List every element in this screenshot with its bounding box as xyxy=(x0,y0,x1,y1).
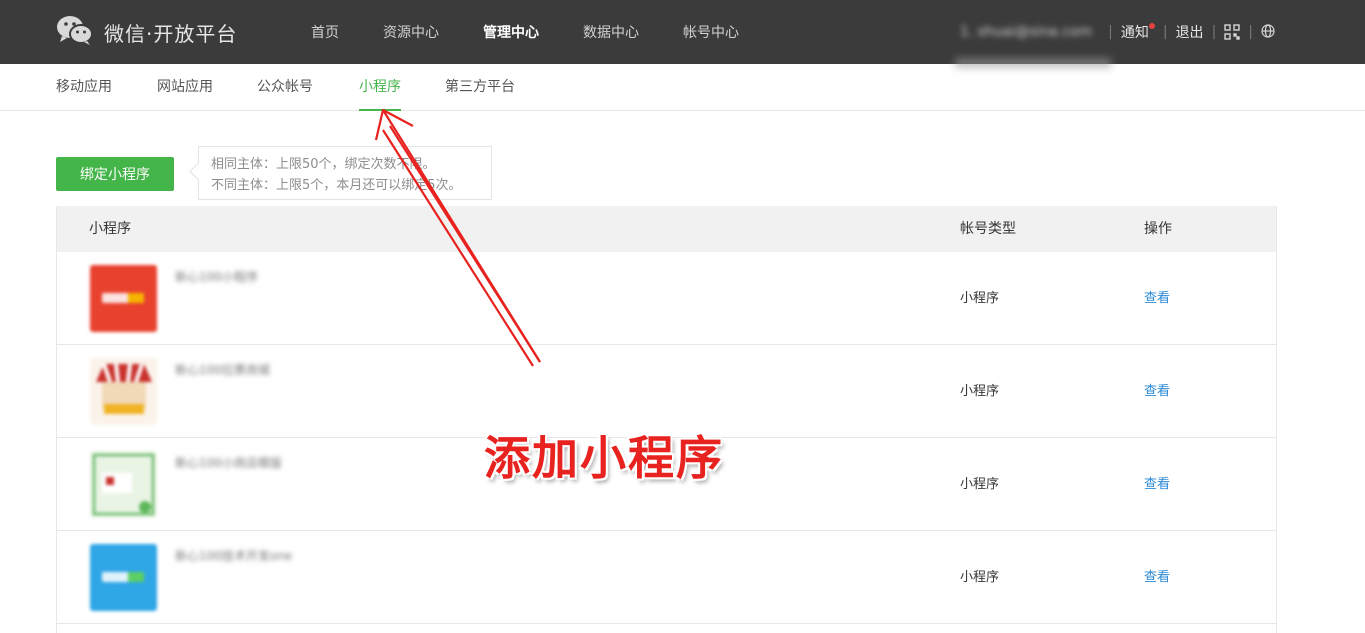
account-type: 小程序 xyxy=(960,477,1000,492)
account-type: 小程序 xyxy=(960,570,1000,585)
notify-dot-badge xyxy=(1148,23,1155,29)
tab-third-party[interactable]: 第三方平台 xyxy=(445,64,515,111)
divider: | xyxy=(1248,24,1253,40)
app-name: 新心100拉票商城 xyxy=(175,363,270,377)
user-email[interactable]: 1. shuai@sina.com xyxy=(960,24,1092,40)
app-icon xyxy=(90,265,157,332)
user-area: 1. shuai@sina.com | 通知 | 退出 | | xyxy=(960,0,1277,64)
view-link[interactable]: 查看 xyxy=(1144,531,1170,624)
app-name: 新心100技术开发one xyxy=(175,549,293,563)
notify-label: 通知 xyxy=(1120,25,1149,41)
main-nav: 首页 资源中心 管理中心 数据中心 帐号中心 xyxy=(311,0,739,64)
nav-management[interactable]: 管理中心 xyxy=(483,22,539,42)
tab-official-accounts[interactable]: 公众帐号 xyxy=(257,64,313,111)
account-type: 小程序 xyxy=(960,384,1000,399)
table-header: 小程序 帐号类型 操作 xyxy=(57,206,1276,252)
nav-home[interactable]: 首页 xyxy=(311,22,339,42)
brand[interactable]: 微信·开放平台 xyxy=(56,14,237,50)
view-link[interactable]: 查看 xyxy=(1144,438,1170,531)
bind-tip: 相同主体：上限50个，绑定次数不限。 不同主体：上限5个，本月还可以绑定5次。 xyxy=(198,146,492,200)
column-header-type: 帐号类型 xyxy=(960,221,1016,237)
globe-icon[interactable] xyxy=(1261,24,1277,40)
table-row: 新心100技术开发one 小程序 查看 xyxy=(57,531,1276,624)
brand-title: 微信·开放平台 xyxy=(104,21,238,46)
column-header-name: 小程序 xyxy=(89,221,131,237)
tip-line: 相同主体：上限50个，绑定次数不限。 xyxy=(211,157,436,172)
logout-link[interactable]: 退出 xyxy=(1176,22,1204,42)
divider: | xyxy=(1162,24,1168,40)
tab-mobile-apps[interactable]: 移动应用 xyxy=(56,64,112,111)
qrcode-icon[interactable] xyxy=(1224,24,1240,40)
account-type: 小程序 xyxy=(960,291,1000,306)
nav-account[interactable]: 帐号中心 xyxy=(683,22,739,42)
app-icon xyxy=(90,358,157,425)
bind-mini-program-button[interactable]: 绑定小程序 xyxy=(56,157,174,191)
nav-resources[interactable]: 资源中心 xyxy=(383,22,439,42)
mini-program-table: 小程序 帐号类型 操作 新心100小程序 小程序 查看 新心100拉票商城 小程… xyxy=(56,206,1277,633)
nav-data[interactable]: 数据中心 xyxy=(583,22,639,42)
column-header-action: 操作 xyxy=(1144,221,1172,237)
app-name: 新心100小程序 xyxy=(175,270,258,284)
top-bar: 微信·开放平台 首页 资源中心 管理中心 数据中心 帐号中心 1. shuai@… xyxy=(0,0,1365,64)
notify-link[interactable]: 通知 xyxy=(1121,22,1155,42)
annotation-callout: 添加小程序 xyxy=(484,431,724,485)
app-name: 新心100小商店模版 xyxy=(175,456,282,470)
app-icon xyxy=(90,544,157,611)
view-link[interactable]: 查看 xyxy=(1144,252,1170,345)
tab-web-apps[interactable]: 网站应用 xyxy=(157,64,213,111)
sub-nav: 移动应用 网站应用 公众帐号 小程序 第三方平台 xyxy=(0,64,1365,111)
view-link[interactable]: 查看 xyxy=(1144,345,1170,438)
tab-mini-programs[interactable]: 小程序 xyxy=(359,64,401,111)
table-row: 新心100小程序 小程序 查看 xyxy=(57,252,1276,345)
tip-line: 不同主体：上限5个，本月还可以绑定5次。 xyxy=(211,178,462,193)
divider: | xyxy=(1108,24,1113,40)
divider: | xyxy=(1211,24,1217,40)
app-icon xyxy=(90,451,157,518)
wechat-logo-icon xyxy=(56,14,94,50)
